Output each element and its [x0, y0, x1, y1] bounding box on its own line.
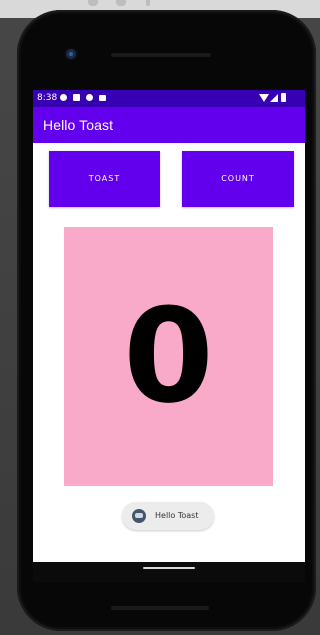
- shopping-bag-icon: [99, 95, 106, 101]
- signal-icon: [270, 94, 278, 102]
- status-bar: 8:38: [33, 90, 305, 107]
- app-title: Hello Toast: [43, 117, 114, 133]
- wifi-icon: [259, 94, 269, 102]
- window-glyph: [88, 0, 98, 6]
- status-time: 8:38: [37, 93, 58, 103]
- sync-icon: [86, 94, 93, 101]
- front-camera-icon: [66, 49, 76, 59]
- toast-text: Hello Toast: [155, 511, 199, 520]
- navigation-bar: [33, 562, 305, 582]
- app-screen: 8:38 Hello Toast TOAST COUNT 0 Hello Toa…: [33, 90, 305, 582]
- count-button[interactable]: COUNT: [182, 151, 294, 207]
- notification-icon: [73, 94, 80, 101]
- toast-button[interactable]: TOAST: [49, 151, 160, 207]
- home-gesture-handle[interactable]: [143, 567, 195, 569]
- count-value: 0: [123, 280, 214, 432]
- window-glyph: [116, 0, 126, 6]
- battery-icon: [281, 93, 286, 102]
- app-icon: [132, 509, 146, 523]
- earpiece-speaker: [111, 53, 211, 57]
- device-frame: 8:38 Hello Toast TOAST COUNT 0 Hello Toa…: [0, 0, 320, 635]
- bottom-speaker: [111, 606, 209, 610]
- app-bar: Hello Toast: [33, 107, 305, 143]
- window-glyph: [146, 0, 150, 6]
- settings-icon: [60, 94, 67, 101]
- count-panel: 0: [64, 227, 273, 486]
- toast-message: Hello Toast: [122, 502, 214, 530]
